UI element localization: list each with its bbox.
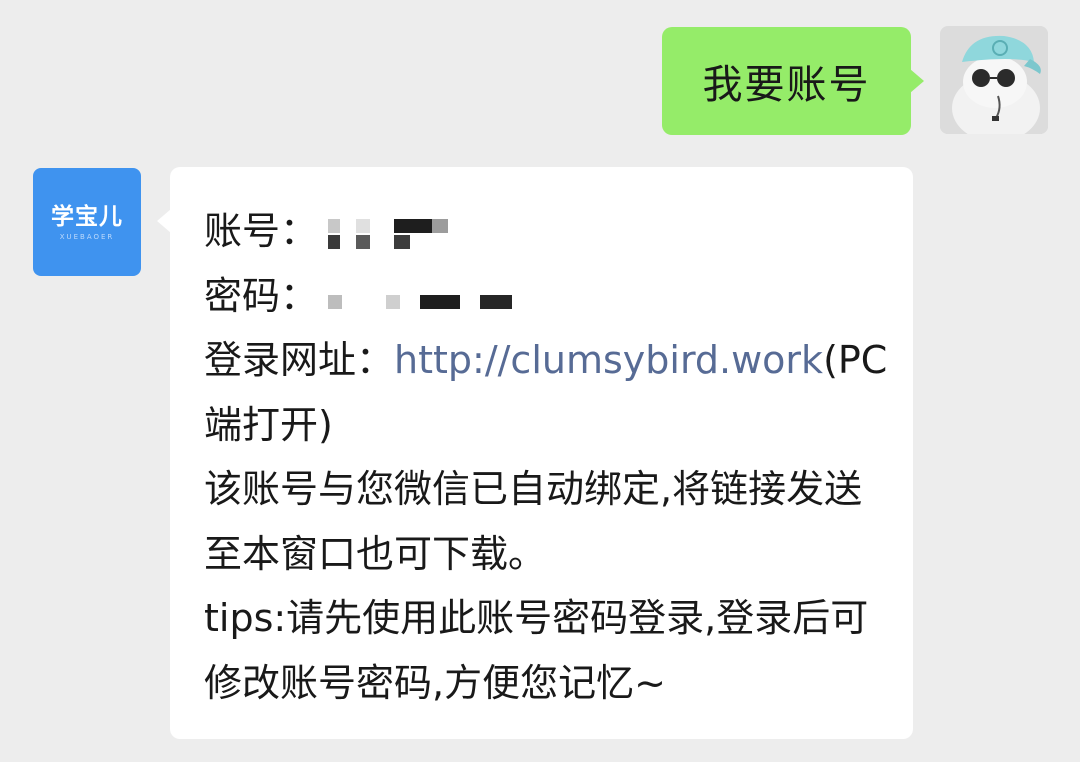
logo-text: 学宝儿: [51, 203, 123, 230]
logo-subtext: XUEBAOER: [59, 232, 115, 241]
tips-text: tips:请先使用此账号密码登录,登录后可修改账号密码,方便您记忆~: [204, 596, 869, 705]
account-line: 账号：: [204, 199, 893, 264]
chat-window: 我要账号 学宝儿 XUEBAOER 账号： 密码： 登录网址：http://cl…: [0, 0, 1080, 762]
password-value-redacted: [318, 281, 518, 315]
login-url-label: 登录网址：: [204, 338, 395, 382]
official-account-avatar[interactable]: 学宝儿 XUEBAOER: [33, 168, 141, 276]
outgoing-message-bubble[interactable]: 我要账号: [662, 27, 924, 135]
login-url-line: 登录网址：http://clumsybird.work(PC 端打开): [204, 328, 888, 457]
outgoing-message-text: 我要账号: [702, 62, 871, 108]
login-url-link[interactable]: http://clumsybird.work: [394, 338, 823, 382]
cat-with-cap-icon: [940, 26, 1048, 134]
bind-notice-text: 该账号与您微信已自动绑定,将链接发送至本窗口也可下载。: [204, 467, 863, 576]
incoming-message-bubble[interactable]: 账号： 密码： 登录网址：http://clumsybird.work(PC 端…: [157, 167, 913, 739]
account-label: 账号：: [204, 209, 319, 253]
account-value-redacted: [318, 217, 458, 251]
password-line: 密码：: [204, 264, 893, 329]
user-avatar[interactable]: [940, 26, 1048, 134]
password-label: 密码：: [204, 273, 319, 318]
